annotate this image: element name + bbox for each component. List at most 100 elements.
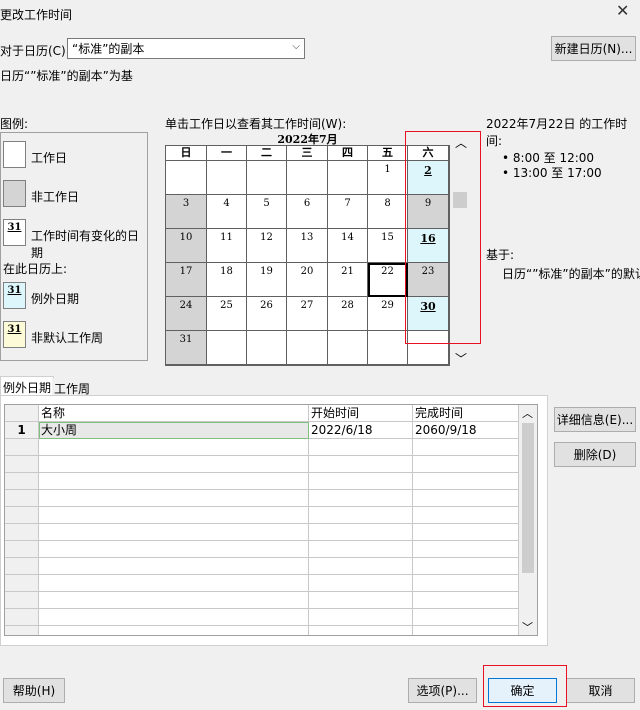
- table-cell-name[interactable]: [39, 592, 309, 609]
- table-row-header[interactable]: [5, 558, 39, 575]
- calendar-day-cell[interactable]: 3: [166, 195, 207, 229]
- table-scrollbar[interactable]: ︿ ﹀: [519, 405, 537, 635]
- calendar-day-cell[interactable]: 19: [247, 263, 287, 297]
- details-button[interactable]: 详细信息(E)...: [554, 407, 636, 432]
- table-cell-name[interactable]: [39, 609, 309, 626]
- table-cell-start[interactable]: 2022/6/18: [309, 422, 413, 439]
- calendar-day-cell[interactable]: 6: [287, 195, 328, 229]
- table-cell-start[interactable]: [309, 490, 413, 507]
- table-cell-start[interactable]: [309, 473, 413, 490]
- table-cell-start[interactable]: [309, 558, 413, 575]
- calendar-day-cell[interactable]: 25: [207, 297, 247, 331]
- table-row-header[interactable]: [5, 456, 39, 473]
- table-cell-name[interactable]: [39, 456, 309, 473]
- table-cell-finish[interactable]: [413, 575, 519, 592]
- calendar-day-cell[interactable]: 18: [207, 263, 247, 297]
- table-row-header[interactable]: [5, 626, 39, 635]
- tab-exceptions[interactable]: 例外日期: [0, 376, 55, 396]
- calendar-day-cell[interactable]: 1: [368, 161, 408, 195]
- table-cell-finish[interactable]: [413, 507, 519, 524]
- table-column-header[interactable]: 名称: [39, 405, 309, 422]
- calendar-day-cell[interactable]: 14: [328, 229, 368, 263]
- table-cell-finish[interactable]: [413, 456, 519, 473]
- table-cell-start[interactable]: [309, 541, 413, 558]
- table-row-header[interactable]: [5, 541, 39, 558]
- table-cell-start[interactable]: [309, 626, 413, 635]
- calendar-day-cell[interactable]: 20: [287, 263, 328, 297]
- table-cell-start[interactable]: [309, 524, 413, 541]
- table-row-header[interactable]: 1: [5, 422, 39, 439]
- table-scroll-thumb[interactable]: [522, 423, 534, 573]
- calendar-select[interactable]: “标准”的副本 ⌵: [67, 38, 305, 59]
- ok-highlight-box: [483, 665, 567, 707]
- table-cell-finish[interactable]: [413, 473, 519, 490]
- table-scroll-down-icon[interactable]: ﹀: [522, 619, 533, 635]
- calendar-day-cell[interactable]: 31: [166, 331, 207, 365]
- calendar-day-cell[interactable]: 12: [247, 229, 287, 263]
- table-cell-start[interactable]: [309, 456, 413, 473]
- table-row-header[interactable]: [5, 473, 39, 490]
- table-cell-name[interactable]: [39, 575, 309, 592]
- table-cell-finish[interactable]: [413, 558, 519, 575]
- close-icon[interactable]: ✕: [616, 3, 629, 19]
- table-cell-name[interactable]: [39, 473, 309, 490]
- calendar-day-cell[interactable]: 7: [328, 195, 368, 229]
- calendar-day-cell[interactable]: 21: [328, 263, 368, 297]
- working-time-slot: • 13:00 至 17:00: [502, 166, 602, 180]
- help-button[interactable]: 帮助(H): [3, 678, 65, 703]
- calendar-day-cell[interactable]: 27: [287, 297, 328, 331]
- calendar-day-cell[interactable]: 13: [287, 229, 328, 263]
- table-cell-start[interactable]: [309, 609, 413, 626]
- calendar-day-cell[interactable]: 8: [368, 195, 408, 229]
- table-cell-name[interactable]: [39, 507, 309, 524]
- table-column-header[interactable]: 开始时间: [309, 405, 413, 422]
- table-row-header[interactable]: [5, 524, 39, 541]
- table-cell-name[interactable]: [39, 626, 309, 635]
- calendar-day-cell[interactable]: 4: [207, 195, 247, 229]
- table-row-header[interactable]: [5, 592, 39, 609]
- calendar-day-cell[interactable]: 22: [368, 263, 408, 297]
- table-cell-start[interactable]: [309, 507, 413, 524]
- cancel-button[interactable]: 取消: [566, 678, 635, 703]
- table-cell-name[interactable]: [39, 524, 309, 541]
- table-cell-finish[interactable]: [413, 524, 519, 541]
- calendar-day-cell[interactable]: 15: [368, 229, 408, 263]
- calendar-day-cell[interactable]: 17: [166, 263, 207, 297]
- calendar-empty-cell: [328, 331, 368, 365]
- table-cell-start[interactable]: [309, 575, 413, 592]
- calendar-day-number: 22: [381, 266, 394, 277]
- calendar-day-cell[interactable]: 24: [166, 297, 207, 331]
- table-cell-name[interactable]: [39, 541, 309, 558]
- options-button[interactable]: 选项(P)...: [408, 678, 477, 703]
- table-cell-start[interactable]: [309, 439, 413, 456]
- calendar-day-cell[interactable]: 11: [207, 229, 247, 263]
- table-cell-finish[interactable]: [413, 609, 519, 626]
- nonworking-day-label: 非工作日: [31, 190, 80, 204]
- table-column-header[interactable]: 完成时间: [413, 405, 519, 422]
- table-cell-finish[interactable]: [413, 626, 519, 635]
- calendar-day-cell[interactable]: 5: [247, 195, 287, 229]
- table-cell-finish[interactable]: 2060/9/18: [413, 422, 519, 439]
- delete-button[interactable]: 删除(D): [554, 442, 636, 467]
- new-calendar-button[interactable]: 新建日历(N)...: [551, 36, 636, 61]
- table-row-header[interactable]: [5, 490, 39, 507]
- calendar-day-cell[interactable]: 10: [166, 229, 207, 263]
- table-cell-name[interactable]: [39, 439, 309, 456]
- table-cell-finish[interactable]: [413, 439, 519, 456]
- table-cell-start[interactable]: [309, 592, 413, 609]
- table-cell-name[interactable]: 大小周: [39, 422, 309, 439]
- table-row-header[interactable]: [5, 609, 39, 626]
- table-row-header[interactable]: [5, 507, 39, 524]
- calendar-day-cell[interactable]: 28: [328, 297, 368, 331]
- table-cell-finish[interactable]: [413, 592, 519, 609]
- calendar-day-cell[interactable]: 26: [247, 297, 287, 331]
- table-cell-finish[interactable]: [413, 541, 519, 558]
- table-scroll-up-icon[interactable]: ︿: [522, 405, 533, 421]
- calendar-day-cell[interactable]: 29: [368, 297, 408, 331]
- table-cell-name[interactable]: [39, 558, 309, 575]
- table-cell-finish[interactable]: [413, 490, 519, 507]
- table-cell-name[interactable]: [39, 490, 309, 507]
- calendar-scroll-down-icon[interactable]: ﹀: [455, 350, 467, 367]
- table-row-header[interactable]: [5, 575, 39, 592]
- table-row-header[interactable]: [5, 439, 39, 456]
